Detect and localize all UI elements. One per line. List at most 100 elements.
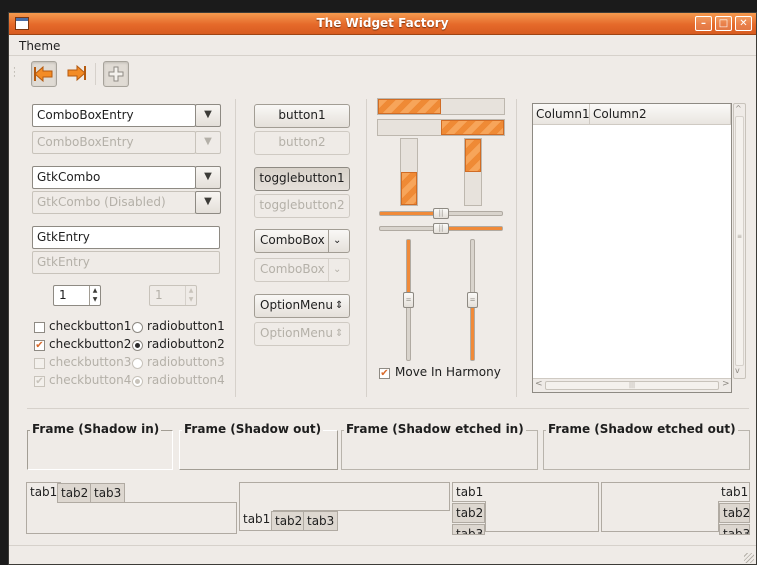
spin-arrows-icon[interactable]: ▲ ▼: [89, 286, 100, 305]
horizontal-separator: [27, 408, 749, 409]
combobox-divider: [328, 259, 329, 281]
frame-shadow-etched-out: Frame (Shadow etched out): [543, 422, 750, 470]
notebook-left-tab-3[interactable]: tab3: [452, 524, 485, 535]
chevron-down-icon: ▼: [204, 109, 212, 120]
go-back-icon: [32, 65, 56, 89]
scale-fill: [441, 227, 502, 230]
move-in-harmony-checkbox[interactable]: ✔: [379, 368, 390, 379]
scroll-down-icon[interactable]: v: [735, 366, 740, 375]
scale-fill: [380, 212, 441, 215]
forward-button[interactable]: [64, 61, 90, 87]
optionmenu-disabled-label: OptionMenu: [260, 326, 333, 340]
horizontal-scale-2[interactable]: ||: [379, 223, 503, 234]
maximize-button[interactable]: □: [715, 16, 732, 31]
scale-fill: [471, 300, 474, 360]
minimize-button[interactable]: –: [695, 16, 712, 31]
vertical-separator-2: [366, 99, 367, 397]
updown-arrows-icon: ⇕: [335, 328, 344, 339]
vertical-scrollbar[interactable]: ^ ≡ v: [733, 103, 746, 379]
resize-grip-icon[interactable]: [744, 553, 754, 563]
vertical-separator-3: [516, 99, 517, 397]
notebook-right-tab-2[interactable]: tab2: [719, 503, 750, 523]
back-button[interactable]: [31, 61, 57, 87]
progress-fill: [465, 139, 481, 172]
scroll-up-icon[interactable]: ^: [735, 104, 742, 113]
column-header-1[interactable]: Column1: [533, 104, 590, 125]
vertical-separator-1: [235, 99, 236, 397]
notebook-bottom-tab-2[interactable]: tab2: [271, 511, 307, 531]
horizontal-scale-1[interactable]: ||: [379, 208, 503, 219]
toolbar-grip-icon[interactable]: · · ·: [13, 65, 16, 82]
notebook-left-tab-2[interactable]: tab2: [452, 503, 485, 523]
scroll-right-icon[interactable]: >: [722, 379, 730, 389]
comboboxentry-disabled-field: ComboBoxEntry: [32, 131, 196, 154]
spinbutton[interactable]: 1 ▲ ▼: [53, 285, 101, 306]
gtkentry-disabled-field: GtkEntry: [32, 251, 220, 274]
radiobutton1-label[interactable]: radiobutton1: [147, 319, 225, 333]
frame-shadow-out: Frame (Shadow out): [179, 422, 338, 470]
close-button[interactable]: ✕: [735, 16, 752, 31]
horizontal-progressbar-2: [377, 119, 505, 136]
notebook-right-page: [601, 482, 719, 532]
notebook-top-tab-3[interactable]: tab3: [90, 483, 126, 503]
combobox[interactable]: ComboBox ⌄: [254, 229, 350, 253]
horizontal-scrollbar[interactable]: < ||| >: [533, 378, 731, 392]
optionmenu[interactable]: OptionMenu ⇕: [254, 294, 350, 318]
chevron-down-icon: ▼: [204, 171, 212, 182]
radiobutton2-label[interactable]: radiobutton2: [147, 337, 225, 351]
comboboxentry-dropdown-button[interactable]: ▼: [195, 104, 221, 127]
title-bar[interactable]: The Widget Factory – □ ✕: [9, 13, 756, 35]
radiobutton4-label: radiobutton4: [147, 373, 225, 387]
column-header-2[interactable]: Column2: [590, 104, 731, 125]
progress-fill: [401, 172, 417, 205]
notebook-left-tab-1[interactable]: tab1: [452, 482, 486, 502]
vertical-scale-1[interactable]: =: [403, 239, 414, 361]
checkbutton2-label[interactable]: checkbutton2: [49, 337, 131, 351]
chevron-down-icon: ⌄: [333, 264, 342, 275]
scale-slider[interactable]: =: [403, 292, 414, 308]
radiobutton1-circle[interactable]: [132, 322, 143, 333]
notebook-right-tab-1[interactable]: tab1: [718, 482, 750, 502]
frame-label: Frame (Shadow etched out): [546, 422, 738, 436]
menu-theme[interactable]: Theme: [19, 39, 60, 53]
scale-slider[interactable]: ||: [433, 223, 449, 234]
notebook-top-tab-2[interactable]: tab2: [57, 483, 93, 503]
checkbutton1-label[interactable]: checkbutton1: [49, 319, 131, 333]
comboboxentry-field[interactable]: ComboBoxEntry: [32, 104, 196, 127]
gtkcombo-dropdown-button[interactable]: ▼: [195, 166, 221, 189]
notebook-bottom-page: [239, 482, 450, 511]
gtkcombo-disabled-field: GtkCombo (Disabled): [32, 191, 196, 214]
frame-label: Frame (Shadow etched in): [344, 422, 526, 436]
window-title: The Widget Factory: [316, 16, 449, 30]
vertical-scrollbar-thumb[interactable]: ≡: [735, 116, 744, 366]
gtkentry-field[interactable]: GtkEntry: [32, 226, 220, 249]
chevron-down-icon: ⌄: [333, 235, 342, 246]
togglebutton2: togglebutton2: [254, 194, 350, 218]
optionmenu-disabled: OptionMenu ⇕: [254, 322, 350, 346]
notebook-bottom-tab-3[interactable]: tab3: [303, 511, 339, 531]
vertical-progressbar-1: [400, 138, 418, 206]
scale-slider[interactable]: ||: [433, 208, 449, 219]
menu-bar: Theme: [9, 36, 756, 56]
spinbutton-disabled: 1 ▲ ▼: [149, 285, 197, 306]
vertical-scale-2[interactable]: =: [467, 239, 478, 361]
button1[interactable]: button1: [254, 104, 350, 128]
frame-label: Frame (Shadow in): [30, 422, 162, 436]
notebook-right-tab-3[interactable]: tab3: [719, 524, 750, 535]
combobox-disabled-label: ComboBox: [260, 262, 325, 276]
checkbutton1-box[interactable]: [34, 322, 45, 333]
treeview[interactable]: Column1 Column2 < ||| >: [532, 103, 732, 393]
togglebutton1[interactable]: togglebutton1: [254, 167, 350, 191]
horizontal-scrollbar-thumb[interactable]: |||: [545, 381, 719, 390]
move-in-harmony-label[interactable]: Move In Harmony: [395, 365, 501, 379]
radiobutton2-circle[interactable]: [132, 340, 143, 351]
scale-fill: [407, 240, 410, 300]
checkbutton2-box[interactable]: ✔: [34, 340, 45, 351]
gtkcombo-field[interactable]: GtkCombo: [32, 166, 196, 189]
frame-shadow-in: Frame (Shadow in): [27, 422, 173, 470]
scroll-left-icon[interactable]: <: [535, 379, 543, 389]
scale-slider[interactable]: =: [467, 292, 478, 308]
add-button[interactable]: [103, 61, 129, 87]
toolbar-separator: [95, 63, 96, 85]
notebook-bottom-tab-1[interactable]: tab1: [239, 510, 275, 531]
